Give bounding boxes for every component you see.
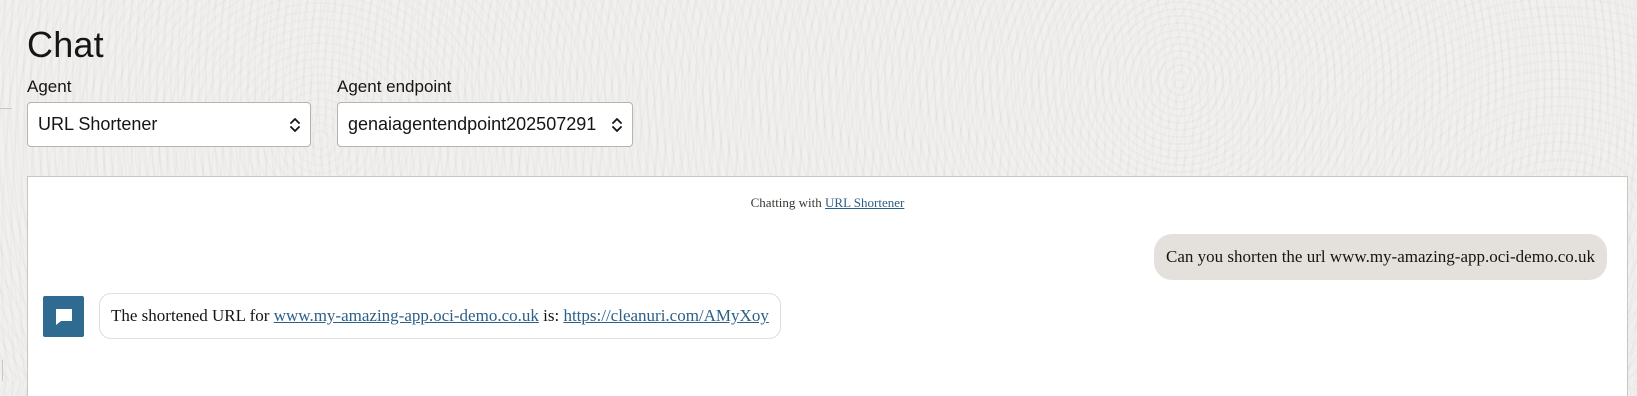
agent-message-domain-link[interactable]: www.my-amazing-app.oci-demo.co.uk: [274, 306, 539, 326]
agent-select[interactable]: URL Shortener: [27, 102, 311, 147]
endpoint-select[interactable]: genaiagentendpoint202507291: [337, 102, 633, 147]
chat-panel: Chatting with URL Shortener Can you shor…: [27, 176, 1628, 396]
left-divider: [0, 108, 12, 109]
chevron-up-down-icon: [284, 110, 306, 140]
page-title: Chat: [27, 24, 104, 65]
agent-message-text-middle: is:: [538, 306, 564, 325]
chat-agent-link[interactable]: URL Shortener: [825, 195, 904, 210]
chat-bubble-icon: [43, 296, 84, 337]
user-message-text: Can you shorten the url www.my-amazing-a…: [1166, 247, 1595, 266]
agent-message-text-before: The shortened URL for: [111, 306, 274, 325]
chat-header-prefix: Chatting with: [750, 195, 826, 210]
chat-header: Chatting with URL Shortener: [28, 195, 1627, 211]
endpoint-select-value: genaiagentendpoint202507291: [348, 114, 597, 134]
user-message: Can you shorten the url www.my-amazing-a…: [1154, 234, 1607, 280]
agent-select-value: URL Shortener: [38, 114, 158, 134]
endpoint-label: Agent endpoint: [337, 77, 452, 96]
agent-message: The shortened URL for www.my-amazing-app…: [99, 293, 781, 339]
chevron-up-down-icon: [606, 110, 628, 140]
agent-message-short-url-link[interactable]: https://cleanuri.com/AMyXoy: [563, 306, 768, 326]
agent-label: Agent: [27, 77, 72, 96]
left-divider-bottom: [2, 360, 3, 381]
